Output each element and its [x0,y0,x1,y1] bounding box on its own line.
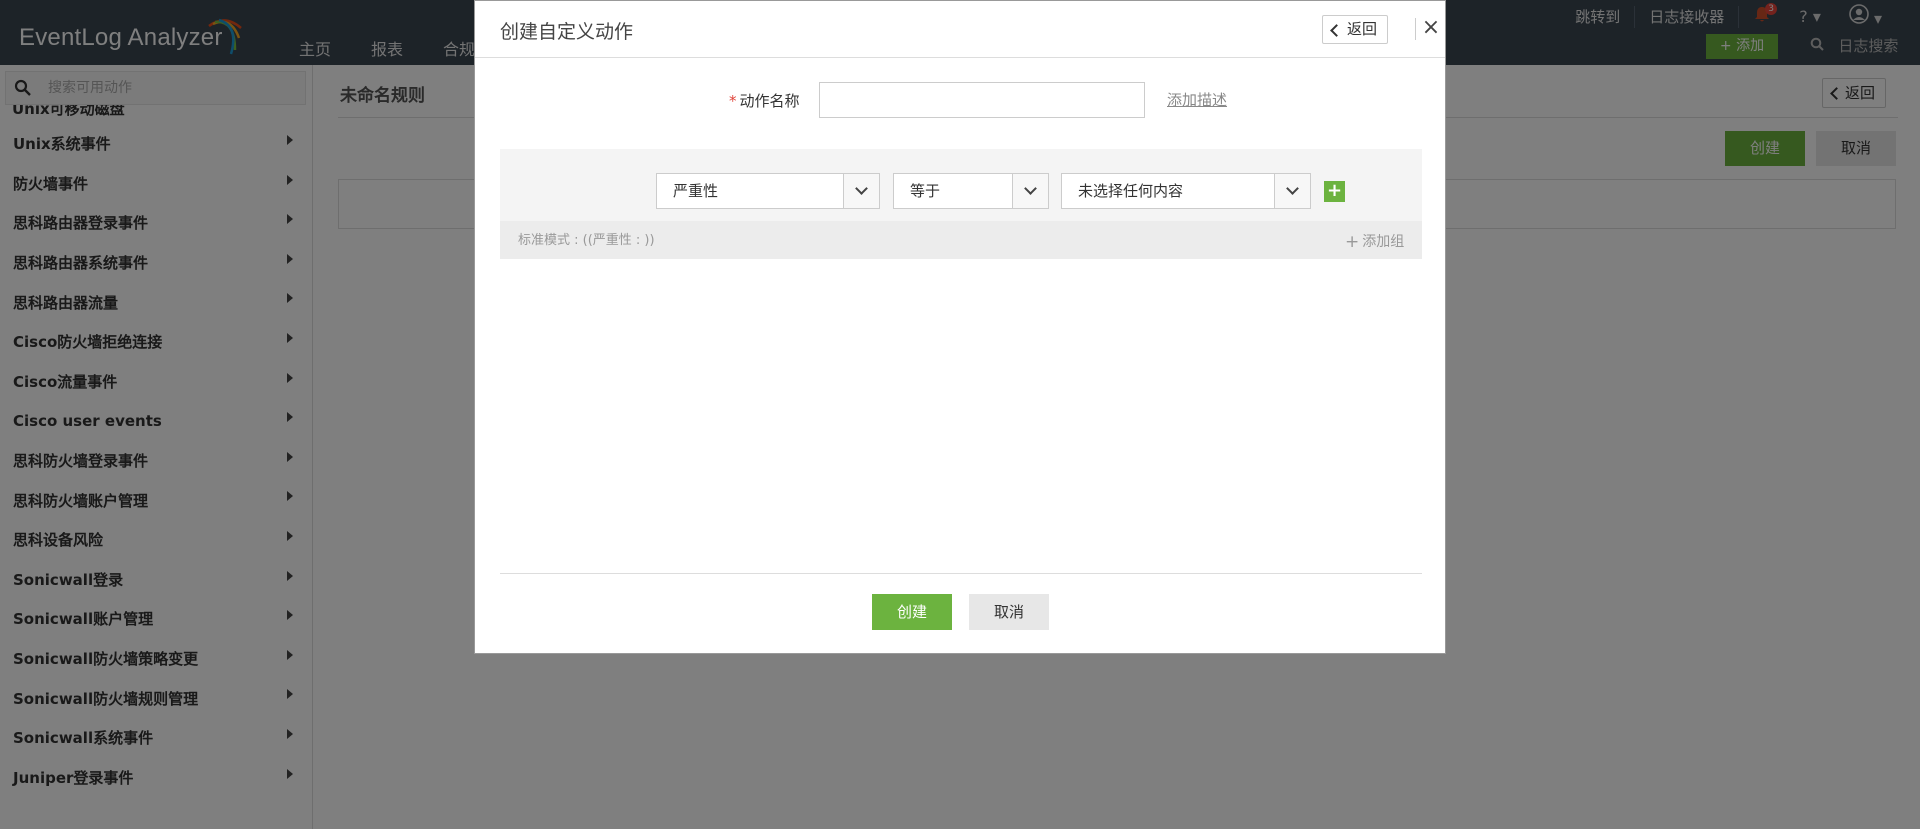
dialog-back-button[interactable]: 返回 [1322,15,1389,44]
value-select-value: 未选择任何内容 [1078,182,1184,200]
add-group-label: 添加组 [1362,234,1405,250]
dialog-create-button[interactable]: 创建 [872,594,952,630]
value-select[interactable]: 未选择任何内容 [1061,173,1311,209]
dialog-title: 创建自定义动作 [500,21,634,43]
add-condition-icon[interactable]: + [1324,181,1345,202]
action-name-label: * 动作名称 [729,90,800,111]
action-name-input[interactable] [819,82,1145,118]
chevron-down-icon[interactable] [1274,174,1310,208]
chevron-down-icon[interactable] [843,174,879,208]
create-custom-action-dialog: 创建自定义动作 返回 × * 动作名称 添加描述 严重性 等于 未选择任何内容 +… [474,0,1446,654]
field-select[interactable]: 严重性 [656,173,880,209]
operator-select-value: 等于 [910,182,941,200]
condition-area: 严重性 等于 未选择任何内容 + 标准模式 : ((严重性 : )) + 添加组 [500,149,1422,259]
dialog-cancel-button[interactable]: 取消 [969,594,1049,630]
chevron-down-icon[interactable] [1012,174,1048,208]
field-select-value: 严重性 [673,182,719,200]
add-description-link[interactable]: 添加描述 [1167,89,1227,110]
operator-select[interactable]: 等于 [893,173,1049,209]
criteria-pattern: 标准模式 : ((严重性 : )) [518,233,655,248]
add-group-button[interactable]: + 添加组 [1345,231,1404,252]
divider [1415,18,1416,40]
condition-row: 严重性 等于 未选择任何内容 + [500,149,1422,219]
divider [500,573,1422,574]
divider [475,57,1445,58]
required-marker: * [729,92,737,110]
plus-icon: + [1345,232,1360,252]
action-name-text: 动作名称 [739,92,800,110]
close-icon[interactable]: × [1417,14,1445,42]
